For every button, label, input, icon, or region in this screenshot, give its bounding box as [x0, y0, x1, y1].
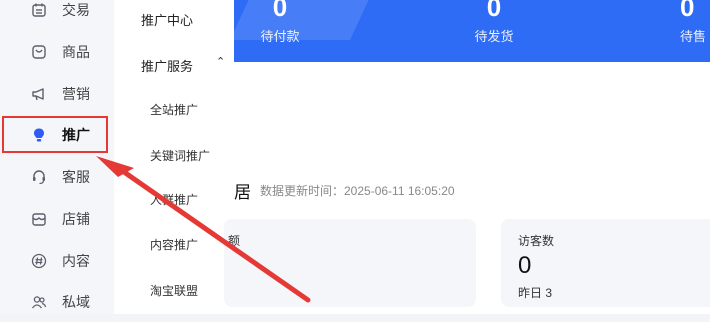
menu-promotion-center[interactable]: 推广中心 — [141, 10, 193, 29]
data-update-time: 数据更新时间：2025-06-11 16:05:20 — [260, 184, 455, 198]
stat-caption: 待发货 — [474, 29, 514, 44]
calendar-icon — [30, 1, 48, 19]
menu-crowd-promotion[interactable]: 人群推广 — [150, 191, 198, 208]
metric-title: 额 — [228, 234, 241, 248]
nav-label-goods: 商品 — [62, 44, 90, 60]
nav-label-trade: 交易 — [62, 2, 90, 18]
nav-item-service[interactable]: 客服 — [0, 157, 114, 197]
bag-icon — [30, 43, 48, 61]
nav-item-promotion[interactable]: 推广 — [0, 115, 114, 155]
menu-taobao-union[interactable]: 淘宝联盟 — [150, 282, 198, 299]
headset-icon — [30, 168, 48, 186]
order-stats-banner: 0 待付款 0 待发货 0 待售 — [234, 0, 710, 62]
stat-caption: 待售 — [680, 29, 707, 44]
main-content: 0 待付款 0 待发货 0 待售 居 数据更新时间：2025-06-11 16:… — [224, 0, 710, 314]
menu-content-promotion[interactable]: 内容推广 — [150, 236, 198, 253]
secondary-menu: 推广中心 推广服务 ⌃ 全站推广 关键词推广 人群推广 内容推广 淘宝联盟 — [114, 0, 234, 314]
chevron-up-icon[interactable]: ⌃ — [216, 55, 225, 68]
bulb-icon — [30, 126, 48, 144]
nav-label-shop: 店铺 — [62, 211, 90, 227]
nav-item-goods[interactable]: 商品 — [0, 32, 114, 72]
nav-item-trade[interactable]: 交易 — [0, 0, 114, 30]
nav-item-content[interactable]: 内容 — [0, 241, 114, 281]
section-title: 居 — [234, 183, 251, 202]
people-icon — [30, 293, 48, 311]
stat-value: 0 — [680, 0, 695, 22]
menu-promotion-service[interactable]: 推广服务 — [141, 56, 193, 75]
shop-icon — [30, 210, 48, 228]
nav-item-shop[interactable]: 店铺 — [0, 199, 114, 239]
hash-icon — [30, 252, 48, 270]
stat-after-sale[interactable]: 0 待售 — [680, 0, 710, 45]
stat-caption: 待付款 — [260, 29, 300, 44]
stat-pending-payment[interactable]: 0 待付款 — [234, 0, 326, 45]
left-nav-rail: 交易 商品 营销 推广 客服 店铺 内容 私域 — [0, 0, 114, 314]
nav-label-service: 客服 — [62, 169, 90, 185]
nav-item-private[interactable]: 私域 — [0, 282, 114, 322]
stat-value: 0 — [486, 0, 502, 22]
metric-title: 访客数 — [518, 234, 555, 248]
megaphone-icon — [30, 85, 48, 103]
nav-label-marketing: 营销 — [62, 86, 90, 102]
metric-card-amount[interactable]: 额 — [224, 219, 476, 307]
nav-label-content: 内容 — [62, 253, 90, 269]
metric-card-visitors[interactable]: 访客数 0 昨日 3 — [501, 219, 710, 307]
nav-label-private: 私域 — [62, 294, 90, 310]
metric-value: 0 — [518, 252, 532, 279]
nav-item-marketing[interactable]: 营销 — [0, 74, 114, 114]
nav-label-promotion: 推广 — [62, 127, 90, 143]
stat-pending-shipment[interactable]: 0 待发货 — [449, 0, 539, 45]
menu-keyword-promotion[interactable]: 关键词推广 — [150, 147, 210, 164]
metric-yesterday: 昨日 3 — [518, 286, 553, 300]
stat-value: 0 — [272, 0, 288, 22]
menu-site-wide-promotion[interactable]: 全站推广 — [150, 101, 198, 118]
